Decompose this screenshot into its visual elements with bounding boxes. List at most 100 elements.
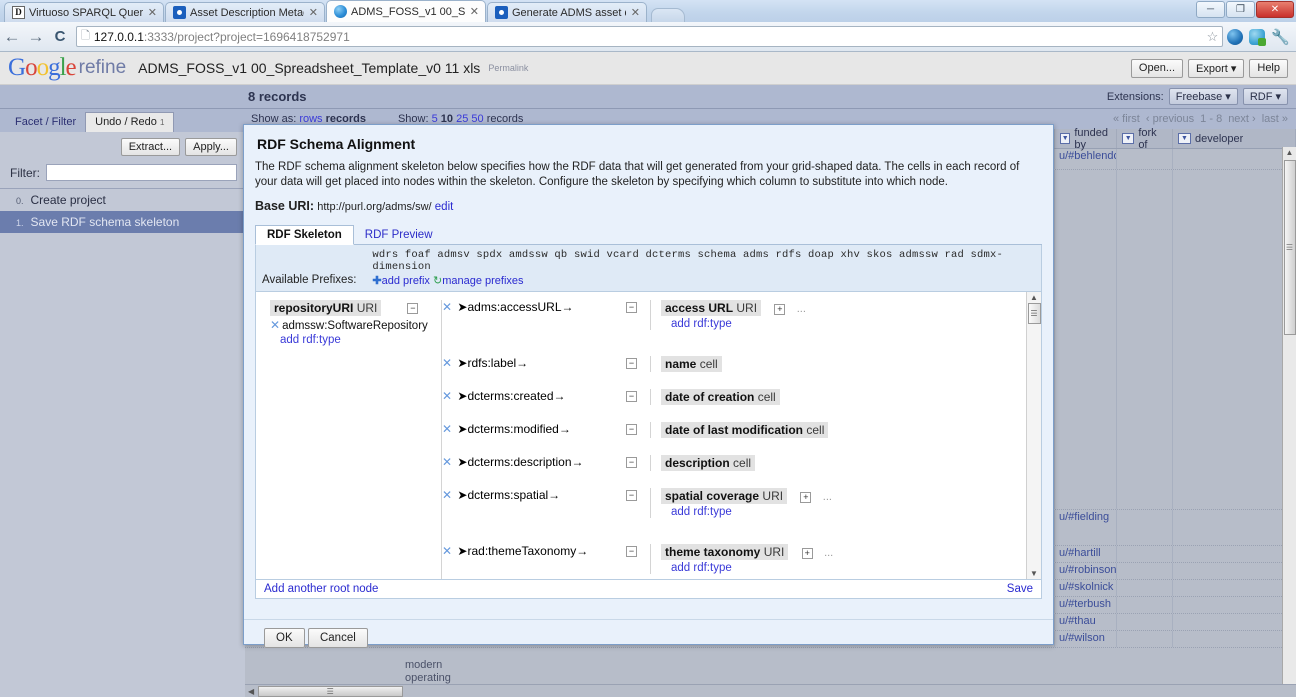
predicate-label[interactable]: adms:accessURL	[467, 300, 561, 314]
object-node-name: date of last modification	[665, 423, 804, 437]
manage-prefixes-icon[interactable]: ↻	[433, 275, 442, 287]
skeleton-scroll-thumb[interactable]: ☰	[1027, 303, 1041, 324]
remove-predicate-icon[interactable]: ✕	[442, 356, 452, 370]
predicate-arrow-right-icon: →	[561, 300, 574, 314]
save-skeleton-link[interactable]: Save	[1007, 583, 1033, 595]
skeleton-rows: ✕ ➤adms:accessURL→ − access URL URI + ..…	[441, 300, 1041, 579]
object-node-name: access URL	[665, 301, 734, 315]
scroll-down-icon[interactable]: ▼	[1030, 569, 1038, 578]
available-prefixes-label: Available Prefixes:	[262, 274, 357, 286]
remove-predicate-icon[interactable]: ✕	[442, 389, 452, 403]
object-collapse-toggle[interactable]: −	[626, 490, 637, 502]
skeleton-footer: Add another root node Save	[255, 580, 1042, 599]
skeleton-row: ✕ ➤rad:themeTaxonomy→ − theme taxonomy U…	[442, 544, 1041, 574]
object-more-icon[interactable]: ...	[824, 547, 833, 559]
predicate-cell[interactable]: ✕ ➤dcterms:spatial→	[442, 488, 620, 502]
object-node-kind: cell	[806, 423, 825, 437]
object-node-name: description	[665, 456, 730, 470]
root-type-value[interactable]: admssw:SoftwareRepository	[282, 320, 428, 332]
predicate-label[interactable]: dcterms:description	[467, 455, 571, 469]
predicate-arrow-left-icon: ➤	[457, 422, 468, 436]
root-node-chip[interactable]: repositoryURI URI	[270, 300, 382, 316]
object-more-icon[interactable]: ...	[797, 303, 806, 315]
dialog-tabs: RDF Skeleton RDF Preview	[255, 223, 1042, 245]
predicate-arrow-right-icon: →	[576, 544, 589, 558]
skeleton-row: ✕ ➤dcterms:description→ − description ce…	[442, 455, 1041, 471]
predicate-arrow-left-icon: ➤	[457, 356, 468, 370]
object-node-kind: cell	[757, 390, 776, 404]
root-node-kind: URI	[356, 301, 378, 315]
skeleton-scrollbar[interactable]: ▲ ▼ ☰	[1026, 292, 1041, 579]
cancel-button[interactable]: Cancel	[307, 628, 368, 648]
remove-type-icon[interactable]: ✕	[270, 318, 280, 332]
manage-prefixes-link[interactable]: manage prefixes	[442, 275, 523, 287]
object-node-chip[interactable]: access URL URI	[661, 300, 762, 316]
remove-predicate-icon[interactable]: ✕	[442, 422, 452, 436]
predicate-cell[interactable]: ✕ ➤rad:themeTaxonomy→	[442, 544, 620, 558]
object-expand-toggle[interactable]: +	[800, 491, 812, 503]
object-expand-toggle[interactable]: +	[801, 547, 813, 559]
object-node-name: date of creation	[665, 390, 755, 404]
remove-predicate-icon[interactable]: ✕	[442, 455, 452, 469]
predicate-label[interactable]: dcterms:spatial	[467, 488, 548, 502]
predicate-cell[interactable]: ✕ ➤rdfs:label→	[442, 356, 620, 370]
predicate-cell[interactable]: ✕ ➤adms:accessURL→	[442, 300, 620, 314]
remove-predicate-icon[interactable]: ✕	[442, 300, 452, 314]
root-collapse-toggle[interactable]: −	[407, 302, 419, 314]
object-cell: description cell	[650, 455, 1041, 471]
object-node-chip[interactable]: theme taxonomy URI	[661, 544, 789, 560]
ok-button[interactable]: OK	[264, 628, 305, 648]
object-collapse-cell: −	[620, 488, 650, 502]
predicate-cell[interactable]: ✕ ➤dcterms:description→	[442, 455, 620, 469]
tab-rdf-preview[interactable]: RDF Preview	[354, 226, 444, 244]
object-node-chip[interactable]: name cell	[661, 356, 722, 372]
object-add-rdf-type-link[interactable]: add rdf:type	[671, 318, 1041, 330]
object-node-kind: URI	[762, 489, 784, 503]
object-cell: date of last modification cell	[650, 422, 1041, 438]
tab-rdf-skeleton[interactable]: RDF Skeleton	[255, 225, 354, 245]
object-node-chip[interactable]: date of last modification cell	[661, 422, 829, 438]
predicate-label[interactable]: dcterms:created	[467, 389, 553, 403]
object-collapse-toggle[interactable]: −	[626, 391, 637, 403]
object-collapse-toggle[interactable]: −	[626, 457, 637, 469]
add-root-node-link[interactable]: Add another root node	[264, 583, 378, 595]
add-prefix-icon[interactable]: ✚	[372, 275, 381, 287]
object-more-icon[interactable]: ...	[823, 491, 832, 503]
base-uri-edit-link[interactable]: edit	[435, 201, 454, 213]
predicate-arrow-right-icon: →	[516, 356, 529, 370]
object-collapse-toggle[interactable]: −	[626, 546, 637, 558]
object-collapse-toggle[interactable]: −	[626, 358, 637, 370]
dialog-title: RDF Schema Alignment	[257, 136, 416, 152]
predicate-cell[interactable]: ✕ ➤dcterms:created→	[442, 389, 620, 403]
object-collapse-toggle[interactable]: −	[626, 424, 637, 436]
predicate-label[interactable]: rad:themeTaxonomy	[467, 544, 576, 558]
predicate-label[interactable]: dcterms:modified	[467, 422, 558, 436]
object-add-rdf-type-link[interactable]: add rdf:type	[671, 506, 1041, 518]
predicate-label[interactable]: rdfs:label	[467, 356, 516, 370]
predicate-arrow-right-icon: →	[548, 488, 561, 502]
predicate-cell[interactable]: ✕ ➤dcterms:modified→	[442, 422, 620, 436]
remove-predicate-icon[interactable]: ✕	[442, 544, 452, 558]
root-add-rdf-type-link[interactable]: add rdf:type	[280, 334, 441, 346]
object-cell: date of creation cell	[650, 389, 1041, 405]
object-node-chip[interactable]: date of creation cell	[661, 389, 780, 405]
predicate-arrow-right-icon: →	[553, 389, 566, 403]
object-collapse-toggle[interactable]: −	[626, 302, 637, 314]
scroll-up-icon[interactable]: ▲	[1030, 293, 1038, 302]
skeleton-inner: repositoryURI URI − ✕ admssw:SoftwareRepo…	[256, 292, 1041, 579]
prefix-actions: ✚add prefix ↻manage prefixes	[372, 274, 1035, 287]
skeleton-row: ✕ ➤dcterms:spatial→ − spatial coverage U…	[442, 488, 1041, 518]
object-expand-toggle[interactable]: +	[774, 303, 786, 315]
available-prefixes-panel: Available Prefixes: wdrs foaf admsv spdx…	[255, 245, 1042, 292]
object-node-chip[interactable]: spatial coverage URI	[661, 488, 788, 504]
object-node-chip[interactable]: description cell	[661, 455, 756, 471]
object-node-kind: URI	[763, 545, 785, 559]
dialog-description: The RDF schema alignment skeleton below …	[255, 161, 1020, 188]
object-cell: access URL URI + ... add rdf:type	[650, 300, 1041, 330]
add-prefix-link[interactable]: add prefix	[382, 275, 430, 287]
predicate-arrow-left-icon: ➤	[457, 488, 468, 502]
object-add-rdf-type-link[interactable]: add rdf:type	[671, 562, 1041, 574]
predicate-arrow-left-icon: ➤	[457, 389, 468, 403]
remove-predicate-icon[interactable]: ✕	[442, 488, 452, 502]
object-collapse-cell: −	[620, 544, 650, 558]
